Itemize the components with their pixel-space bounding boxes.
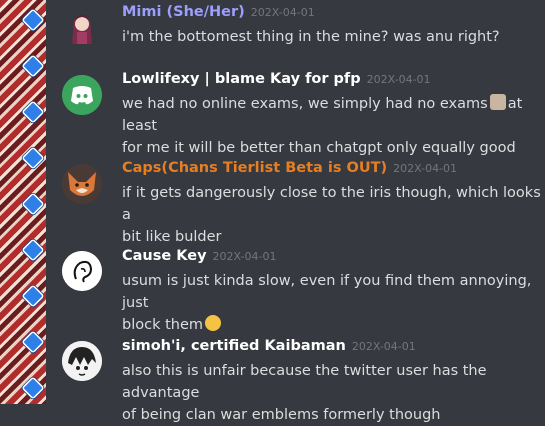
custom-emoji-icon: [489, 94, 506, 110]
slightly-smiling-face-icon: [205, 315, 222, 331]
arrow-icon: [0, 276, 46, 316]
message-author[interactable]: Caps(Chans Tierlist Beta is OUT) 202X-04-…: [122, 160, 457, 176]
arrow-icon: [0, 92, 46, 132]
message-author[interactable]: Cause Key 202X-04-01: [122, 248, 276, 264]
message-author[interactable]: simoh'i, certified Kaibaman 202X-04-01: [122, 338, 416, 354]
message-line: if it gets dangerously close to the iris…: [122, 185, 541, 223]
arrow-icon: [0, 230, 46, 270]
decorative-side-strip: [0, 0, 46, 404]
arrow-icon: [0, 0, 46, 40]
message-line: of being clan war emblems formerly thoug…: [122, 407, 441, 423]
timestamp: 202X-04-01: [212, 250, 277, 263]
message-line: block them: [122, 317, 204, 333]
message-line: bit like bulder: [122, 229, 222, 245]
arrow-icon: [0, 184, 46, 224]
timestamp: 202X-04-01: [351, 340, 416, 353]
avatar[interactable]: [62, 164, 102, 204]
discord-logo-icon: [62, 75, 102, 115]
avatar[interactable]: [62, 6, 102, 46]
message: Mimi (She/Her) 202X-04-01 i'm the bottome…: [62, 4, 545, 56]
timestamp: 202X-04-01: [250, 6, 315, 19]
arrow-icon: [0, 46, 46, 86]
author-name[interactable]: Lowlifexy | blame Kay for pfp: [122, 71, 361, 87]
message-text: we had no online exams, we simply had no…: [122, 93, 542, 159]
message-line: we had no online exams, we simply had no…: [122, 96, 488, 112]
message-text: also this is unfair because the twitter …: [122, 360, 542, 426]
message: Cause Key 202X-04-01 usum is just kinda s…: [62, 248, 545, 333]
avatar[interactable]: [62, 341, 102, 381]
timestamp: 202X-04-01: [366, 73, 431, 86]
message-text: i'm the bottomest thing in the mine? was…: [122, 26, 542, 48]
message-line: i'm the bottomest thing in the mine? was…: [122, 29, 500, 45]
message-author[interactable]: Mimi (She/Her) 202X-04-01: [122, 4, 315, 20]
message-line: usum is just kinda slow, even if you fin…: [122, 273, 532, 311]
author-name[interactable]: Cause Key: [122, 248, 207, 264]
arrow-icon: [0, 138, 46, 178]
author-name[interactable]: simoh'i, certified Kaibaman: [122, 338, 346, 354]
message-text: if it gets dangerously close to the iris…: [122, 182, 542, 248]
message-text: usum is just kinda slow, even if you fin…: [122, 270, 542, 336]
avatar[interactable]: [62, 251, 102, 291]
message: simoh'i, certified Kaibaman 202X-04-01 al…: [62, 338, 545, 423]
message-line: also this is unfair because the twitter …: [122, 363, 487, 401]
arrow-icon: [0, 322, 46, 362]
author-name[interactable]: Caps(Chans Tierlist Beta is OUT): [122, 160, 387, 176]
arrow-icon: [0, 368, 46, 404]
message-line: for me it will be better than chatgpt on…: [122, 140, 516, 156]
timestamp: 202X-04-01: [393, 162, 458, 175]
message-author[interactable]: Lowlifexy | blame Kay for pfp 202X-04-01: [122, 71, 431, 87]
message: Lowlifexy | blame Kay for pfp 202X-04-01 …: [62, 71, 545, 156]
author-name[interactable]: Mimi (She/Her): [122, 4, 245, 20]
avatar[interactable]: [62, 75, 102, 115]
message: Caps(Chans Tierlist Beta is OUT) 202X-04-…: [62, 160, 545, 245]
